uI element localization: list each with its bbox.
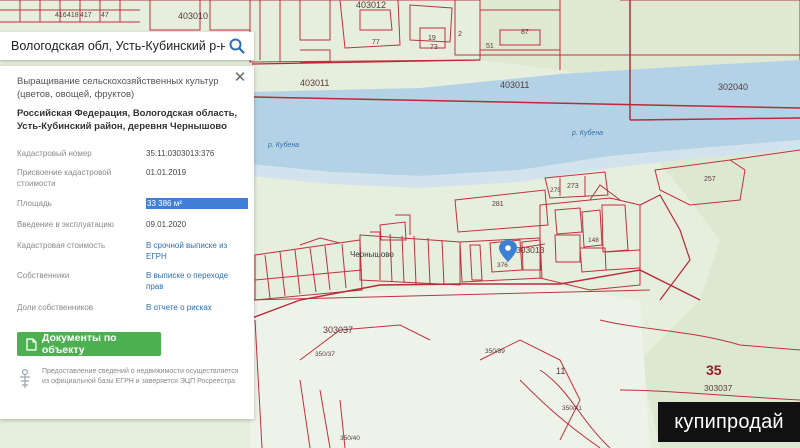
map-label: 376: [497, 262, 508, 269]
map-label: 273: [567, 183, 579, 190]
documents-button[interactable]: Документы по объекту: [17, 332, 161, 356]
map-label: 87: [521, 29, 529, 36]
map-label: 303037: [704, 383, 733, 393]
owners-link[interactable]: В выписке о переходе прав: [146, 270, 246, 292]
search-icon[interactable]: [228, 37, 246, 55]
map-label: 148: [588, 237, 599, 244]
map-label: 350/41: [562, 405, 582, 412]
map-label: 281: [492, 201, 504, 208]
map-label: 303013: [516, 245, 545, 255]
map-label: 19: [428, 35, 436, 42]
map-label: 403010: [178, 11, 208, 21]
row-label: Доли собственников: [17, 303, 94, 312]
field-zone: [250, 280, 650, 448]
disclaimer-text: Предоставление сведений о недвижимости о…: [42, 368, 239, 385]
rosreestr-logo-icon: [20, 368, 30, 388]
river-label: р. Кубена: [571, 129, 603, 137]
row-label: Присвоение кадастровой стоимости: [17, 168, 112, 188]
search-bar: [0, 32, 254, 60]
map-label: 303037: [323, 325, 353, 335]
parcel-address: Российская Федерация, Вологодская област…: [17, 108, 238, 132]
map-label: 275: [550, 187, 561, 194]
row-value: 35:11:0303013:376: [146, 149, 215, 158]
row-label: Собственники: [17, 271, 70, 280]
search-input[interactable]: [0, 32, 227, 60]
map-label: 257: [704, 176, 716, 183]
map-label: 77: [372, 39, 380, 46]
map-label: 350/40: [340, 435, 360, 442]
risk-report-link[interactable]: В отчете о рисках: [146, 302, 246, 313]
map-label: 47: [101, 12, 109, 19]
map-label: 418: [67, 12, 79, 19]
map-label: 417: [80, 12, 92, 19]
map-label: 11: [556, 366, 565, 376]
parcel-info-card: ✕ Выращивание сельскохозяйственных культ…: [0, 66, 254, 419]
map-label: 35: [706, 362, 722, 378]
map-label: 2: [458, 31, 462, 38]
village-label: Чернышово: [350, 250, 394, 259]
map-label: 416: [55, 12, 67, 19]
row-label: Кадастровая стоимость: [17, 241, 106, 250]
row-label: Кадастровый номер: [17, 149, 92, 158]
row-value: 01.01.2019: [146, 168, 187, 177]
parcel-purpose: Выращивание сельскохозяйственных культур…: [17, 76, 219, 100]
row-label: Площадь: [17, 199, 52, 208]
map-label: 350/39: [485, 348, 505, 355]
map-label: 73: [430, 44, 438, 51]
map-label: 403011: [500, 80, 529, 90]
map-label: 350/37: [315, 351, 335, 358]
row-label: Введение в эксплуатацию: [17, 220, 114, 229]
map-label: 51: [486, 43, 494, 50]
river-label: р. Кубена: [267, 141, 299, 149]
map-label: 403012: [356, 0, 386, 10]
watermark-logo: купипродай: [658, 402, 800, 442]
row-value: 09.01.2020: [146, 220, 187, 229]
map-label: 403011: [300, 78, 329, 88]
document-icon: [26, 337, 37, 351]
row-value[interactable]: 33 386 м²: [146, 198, 248, 209]
cadastral-value-link[interactable]: В срочной выписке из ЕГРН: [146, 240, 246, 262]
map-label: 302040: [718, 82, 748, 92]
documents-button-label: Документы по объекту: [41, 332, 117, 356]
